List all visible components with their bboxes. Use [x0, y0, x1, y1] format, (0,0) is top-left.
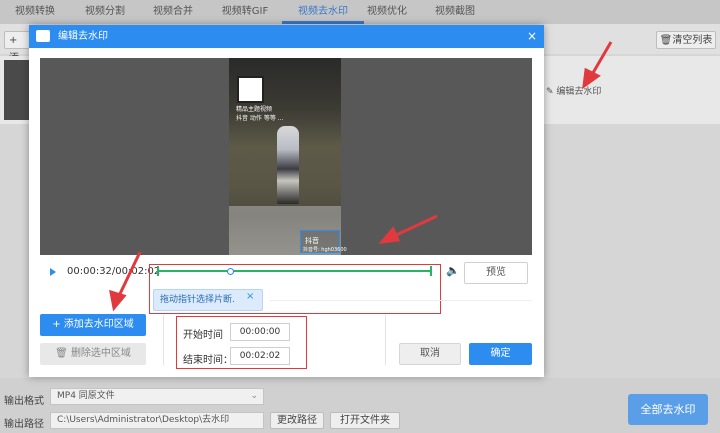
annotation-arrows — [109, 41, 613, 312]
arrowhead — [109, 289, 127, 312]
arrow-to-add-region — [116, 251, 142, 299]
arrowhead — [582, 67, 601, 90]
arrow-to-watermark — [391, 214, 438, 239]
arrowhead — [378, 226, 401, 244]
